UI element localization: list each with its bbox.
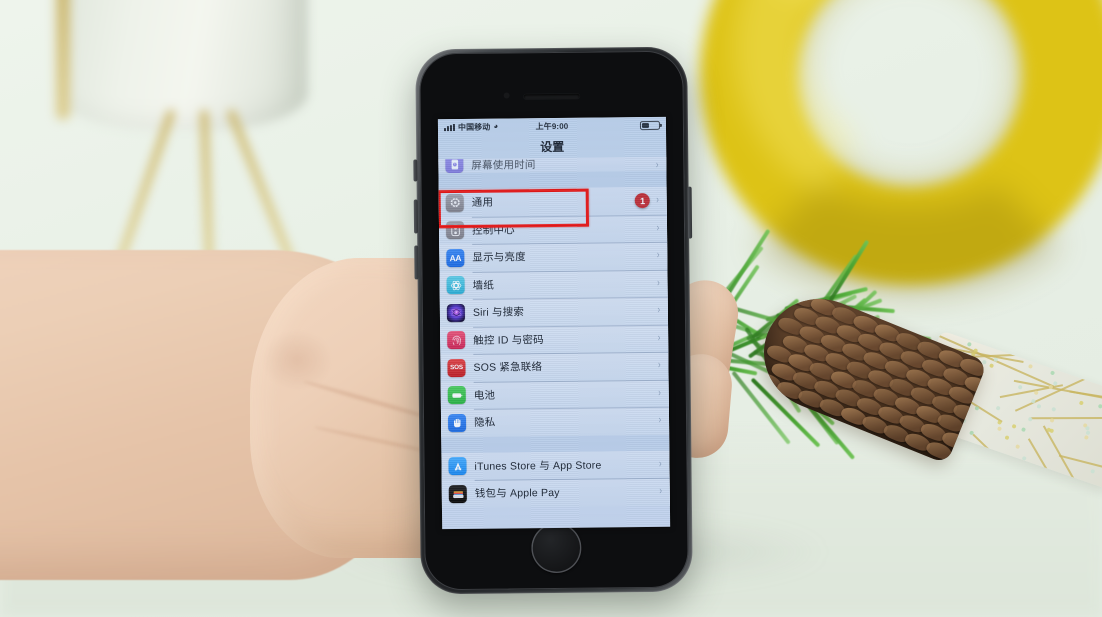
wallpaper-icon	[447, 276, 465, 294]
settings-row-label: 屏幕使用时间	[471, 157, 535, 173]
store-group: iTunes Store 与 App Store › 钱包与 Apple Pay…	[441, 450, 670, 507]
notification-badge: 1	[635, 193, 650, 208]
settings-row-SOS 紧急联络[interactable]: SOS SOS 紧急联络 ›	[440, 352, 668, 382]
screen-time-group: 屏幕使用时间 ›	[438, 157, 666, 173]
status-bar-clock: 上午9:00	[438, 119, 666, 132]
chevron-right-icon: ›	[659, 459, 662, 470]
settings-row-label: 隐私	[474, 415, 496, 430]
photo-scene: 中国移动 ◕ 上午9:00 设置 屏幕使用时间 › 通用 1 › 控制中心 › …	[0, 0, 1102, 617]
settings-row-label: 电池	[474, 387, 496, 402]
settings-row-钱包与 Apple Pay[interactable]: 钱包与 Apple Pay ›	[442, 478, 670, 508]
status-bar-right	[640, 120, 660, 129]
chevron-right-icon: ›	[659, 388, 662, 399]
chevron-right-icon: ›	[657, 195, 660, 206]
system-group: 通用 1 › 控制中心 › AA 显示与亮度 › 墙纸 › Siri 与搜索 ›…	[439, 187, 670, 437]
settings-list[interactable]: 屏幕使用时间 › 通用 1 › 控制中心 › AA 显示与亮度 › 墙纸 › S…	[438, 157, 670, 508]
settings-row-墙纸[interactable]: 墙纸 ›	[439, 269, 667, 299]
app-store-icon	[448, 457, 466, 475]
settings-row-label: 通用	[472, 195, 494, 210]
chevron-right-icon: ›	[657, 250, 660, 261]
gear-icon	[446, 194, 464, 212]
palm-shadow	[262, 330, 332, 390]
screentime-icon	[445, 157, 463, 173]
volume-up-button[interactable]	[414, 199, 418, 233]
sos-icon: SOS	[447, 359, 465, 377]
nav-bar-title: 设置	[438, 133, 666, 159]
settings-row-隐私[interactable]: 隐私 ›	[441, 407, 669, 437]
front-camera	[504, 92, 510, 98]
settings-row-label: 触控 ID 与密码	[473, 332, 544, 348]
siri-icon	[447, 304, 465, 322]
settings-row-屏幕使用时间[interactable]: 屏幕使用时间 ›	[438, 157, 666, 173]
chevron-right-icon: ›	[659, 415, 662, 426]
settings-row-Siri 与搜索[interactable]: Siri 与搜索 ›	[440, 297, 668, 327]
settings-row-label: 显示与亮度	[472, 250, 526, 266]
settings-row-label: SOS 紧急联络	[473, 359, 542, 375]
settings-row-label: 钱包与 Apple Pay	[475, 485, 560, 501]
wallet-icon	[449, 485, 467, 503]
white-planter-on-tripod	[40, 0, 370, 290]
chevron-right-icon: ›	[656, 160, 659, 171]
chevron-right-icon: ›	[657, 278, 660, 289]
volume-down-button[interactable]	[414, 245, 418, 279]
status-bar: 中国移动 ◕ 上午9:00	[438, 117, 666, 135]
chevron-right-icon: ›	[658, 305, 661, 316]
settings-row-label: 控制中心	[472, 222, 515, 237]
chevron-right-icon: ›	[658, 333, 661, 344]
iphone-device: 中国移动 ◕ 上午9:00 设置 屏幕使用时间 › 通用 1 › 控制中心 › …	[415, 47, 693, 595]
display-aa-icon: AA	[446, 249, 464, 267]
chevron-right-icon: ›	[658, 360, 661, 371]
mute-switch[interactable]	[413, 159, 417, 181]
battery-icon	[448, 386, 466, 404]
settings-row-label: Siri 与搜索	[473, 305, 524, 321]
home-button[interactable]	[531, 523, 582, 574]
settings-row-label: iTunes Store 与 App Store	[474, 457, 601, 473]
touch-id-icon	[447, 331, 465, 349]
privacy-hand-icon	[448, 414, 466, 432]
settings-row-控制中心[interactable]: 控制中心 ›	[439, 214, 667, 244]
settings-row-显示与亮度[interactable]: AA 显示与亮度 ›	[439, 242, 667, 272]
phone-screen[interactable]: 中国移动 ◕ 上午9:00 设置 屏幕使用时间 › 通用 1 › 控制中心 › …	[438, 117, 670, 529]
control-center-icon	[446, 221, 464, 239]
power-button[interactable]	[688, 187, 693, 239]
earpiece-speaker	[524, 94, 580, 100]
settings-row-通用[interactable]: 通用 1 ›	[439, 187, 667, 217]
battery-icon	[640, 120, 660, 129]
chevron-right-icon: ›	[660, 486, 663, 497]
settings-row-触控 ID 与密码[interactable]: 触控 ID 与密码 ›	[440, 324, 668, 354]
settings-row-电池[interactable]: 电池 ›	[441, 379, 669, 409]
settings-row-iTunes Store 与 App Store[interactable]: iTunes Store 与 App Store ›	[441, 450, 669, 480]
chevron-right-icon: ›	[657, 223, 660, 234]
settings-row-label: 墙纸	[473, 277, 495, 292]
